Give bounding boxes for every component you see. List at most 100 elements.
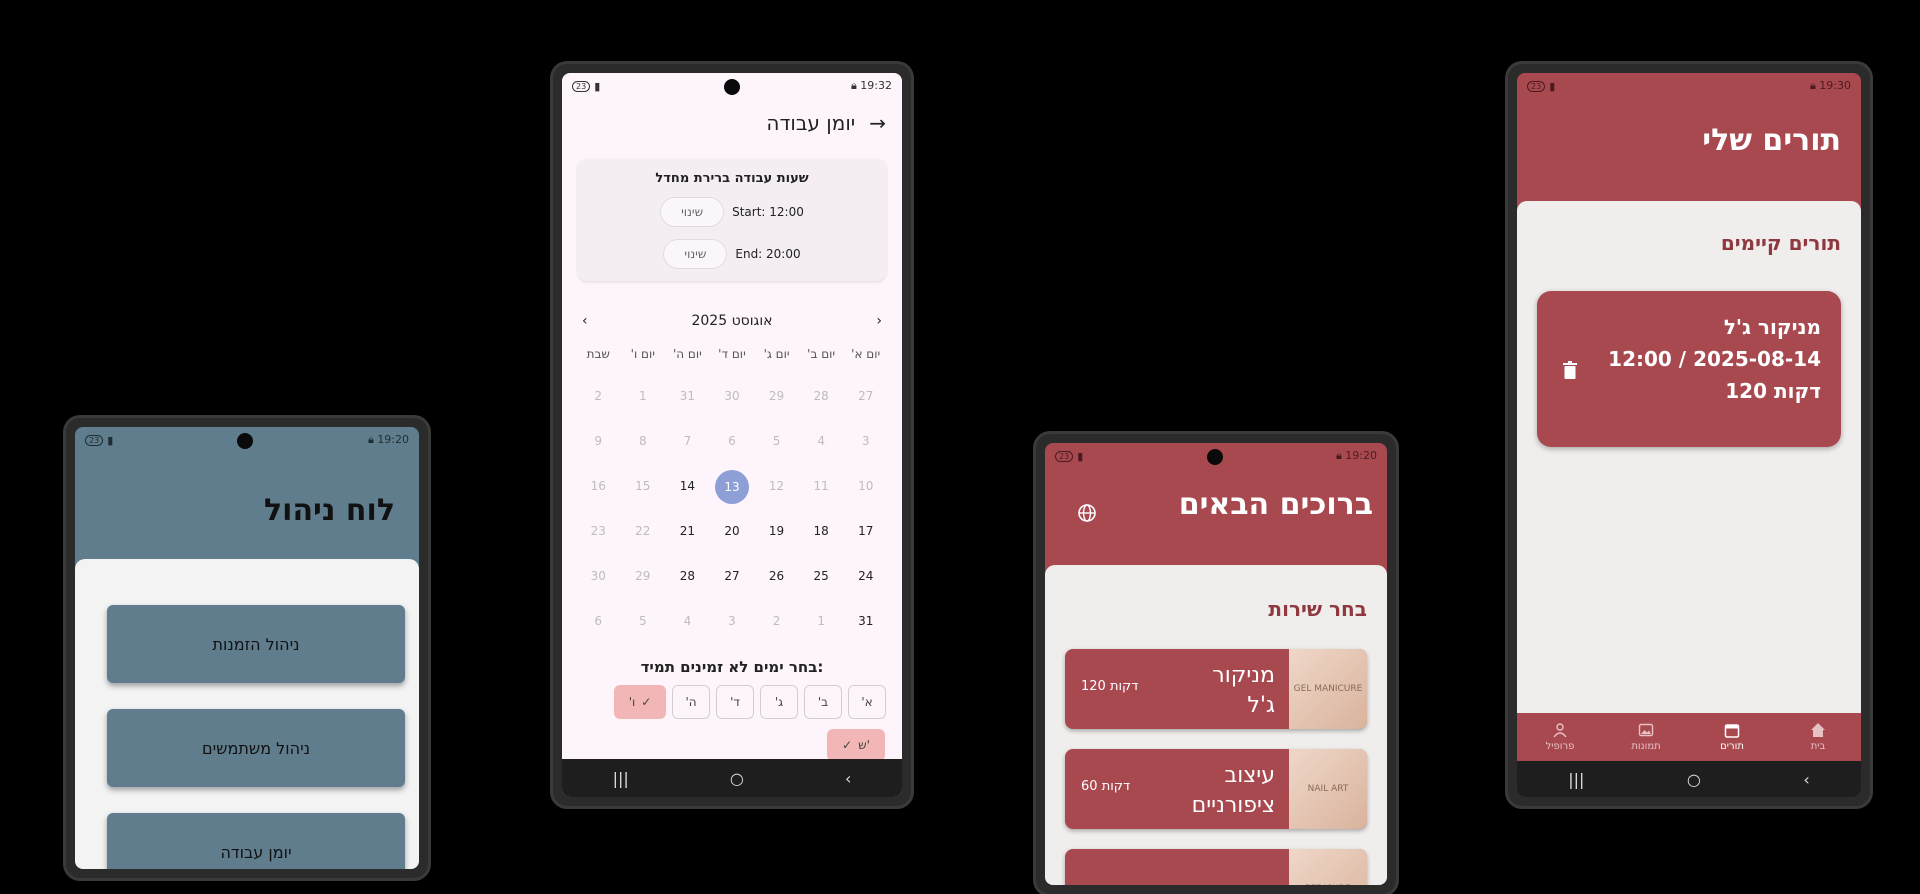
calendar-day[interactable]: 27 bbox=[710, 560, 755, 592]
signal-icon: ▮ bbox=[1549, 79, 1556, 93]
day-chip[interactable]: ד' bbox=[716, 685, 754, 719]
language-globe-icon[interactable] bbox=[1077, 503, 1097, 523]
calendar-day[interactable]: 23 bbox=[576, 515, 621, 547]
service-name: עיצוב ציפורניים bbox=[1191, 763, 1275, 818]
calendar-day[interactable]: 6 bbox=[710, 425, 755, 457]
day-chip-label: א' bbox=[861, 695, 873, 709]
recent-apps-icon[interactable]: ||| bbox=[1568, 770, 1584, 789]
calendar-day[interactable]: 30 bbox=[710, 380, 755, 412]
calendar-day[interactable]: 21 bbox=[665, 515, 710, 547]
calendar-day[interactable]: 22 bbox=[621, 515, 666, 547]
day-chip-label: ב' bbox=[817, 695, 829, 709]
calendar-day-selected[interactable]: 13 bbox=[710, 469, 755, 504]
appointments-phone: 23 ▮ 🔒︎ 19:30 תורים שלי תורים קיימים מניק… bbox=[1508, 64, 1870, 806]
calendar-day[interactable]: 15 bbox=[621, 470, 666, 502]
app-bar: יומן עבודה → bbox=[562, 103, 902, 143]
calendar-day[interactable]: 4 bbox=[799, 425, 844, 457]
appointments-panel: תורים קיימים מניקור ג'ל 12:00 / 2025-08-… bbox=[1517, 201, 1861, 713]
calendar-day[interactable]: 4 bbox=[665, 605, 710, 637]
back-arrow-icon[interactable]: → bbox=[869, 111, 886, 135]
start-time-label: Start: 12:00 bbox=[732, 205, 804, 219]
weekday-label: יום ב' bbox=[807, 347, 836, 361]
calendar-day[interactable]: 29 bbox=[621, 560, 666, 592]
back-nav-icon[interactable]: ‹ bbox=[845, 769, 851, 788]
calendar-week: 10 11 12 13 14 15 16 bbox=[576, 463, 888, 508]
appointment-card[interactable]: מניקור ג'ל 12:00 / 2025-08-14 120 דקות bbox=[1537, 291, 1841, 447]
work-schedule-button[interactable]: יומן עבודה bbox=[107, 813, 405, 869]
calendar-day[interactable]: 18 bbox=[799, 515, 844, 547]
day-chip[interactable]: ✓ ו' bbox=[614, 685, 666, 719]
calendar-day[interactable]: 14 bbox=[665, 470, 710, 502]
calendar-day[interactable]: 26 bbox=[754, 560, 799, 592]
day-chip[interactable]: ב' bbox=[804, 685, 842, 719]
calendar-day[interactable]: 12 bbox=[754, 470, 799, 502]
selected-day-indicator: 13 bbox=[714, 469, 749, 504]
calendar-day[interactable]: 10 bbox=[843, 470, 888, 502]
next-month-chevron-icon[interactable]: › bbox=[876, 313, 882, 329]
calendar-day[interactable]: 1 bbox=[799, 605, 844, 637]
service-image: GEL MANICURE bbox=[1289, 649, 1367, 729]
calendar-day[interactable]: 27 bbox=[843, 380, 888, 412]
change-start-button[interactable]: שינוי bbox=[660, 197, 725, 227]
admin-panel: ניהול הזמנות ניהול משתמשים יומן עבודה bbox=[75, 559, 419, 869]
calendar-day[interactable]: 1 bbox=[621, 380, 666, 412]
calendar-day[interactable]: 25 bbox=[799, 560, 844, 592]
calendar-day[interactable]: 16 bbox=[576, 470, 621, 502]
tab-person[interactable]: פרופיל bbox=[1517, 713, 1603, 761]
calendar-day[interactable]: 2 bbox=[754, 605, 799, 637]
day-chip-saturday[interactable]: ✓ ש' bbox=[827, 729, 885, 761]
manage-orders-button[interactable]: ניהול הזמנות bbox=[107, 605, 405, 683]
trash-icon[interactable] bbox=[1563, 361, 1577, 379]
page-title: לוח ניהול bbox=[264, 493, 395, 528]
weekday-label: יום ד' bbox=[718, 347, 746, 361]
calendar-day[interactable]: 30 bbox=[576, 560, 621, 592]
schedule-phone: 23 ▮ 🔒︎ 19:32 יומן עבודה → שעות עבודה ברי… bbox=[553, 64, 911, 806]
calendar-day[interactable]: 6 bbox=[576, 605, 621, 637]
calendar-day[interactable]: 28 bbox=[665, 560, 710, 592]
appointment-datetime: 12:00 / 2025-08-14 bbox=[1608, 347, 1821, 371]
calendar-day[interactable]: 20 bbox=[710, 515, 755, 547]
calendar-week: 3456789 bbox=[576, 418, 888, 463]
calendar-day[interactable]: 8 bbox=[621, 425, 666, 457]
recent-apps-icon[interactable]: ||| bbox=[613, 769, 629, 788]
calendar-day[interactable]: 31 bbox=[843, 605, 888, 637]
status-bar: 23 ▮ 🔒︎ 19:30 bbox=[1517, 73, 1861, 99]
calendar-day[interactable]: 11 bbox=[799, 470, 844, 502]
tab-image[interactable]: תמונות bbox=[1603, 713, 1689, 761]
tab-home[interactable]: בית bbox=[1775, 713, 1861, 761]
appointment-service: מניקור ג'ל bbox=[1723, 315, 1821, 339]
home-button-icon[interactable]: ○ bbox=[730, 769, 744, 788]
home-button-icon[interactable]: ○ bbox=[1687, 770, 1701, 789]
service-card[interactable]: PEDICURE bbox=[1065, 849, 1367, 885]
back-nav-icon[interactable]: ‹ bbox=[1803, 770, 1809, 789]
day-chip[interactable]: א' bbox=[848, 685, 886, 719]
calendar-grid: 27 28 29 30 31 1 2 3 4 5 6 7 8 9 10 11 12 13 14 15 16 17 18 19 2… bbox=[576, 373, 888, 643]
change-end-button[interactable]: שינוי bbox=[663, 239, 728, 269]
calendar-day[interactable]: 29 bbox=[754, 380, 799, 412]
calendar-day[interactable]: 5 bbox=[621, 605, 666, 637]
day-chip[interactable]: ה' bbox=[672, 685, 710, 719]
calendar-day[interactable]: 17 bbox=[843, 515, 888, 547]
calendar-day[interactable]: 19 bbox=[754, 515, 799, 547]
tab-calendar[interactable]: תורים bbox=[1689, 713, 1775, 761]
day-chip[interactable]: ג' bbox=[760, 685, 798, 719]
prev-month-chevron-icon[interactable]: ‹ bbox=[582, 313, 588, 329]
calendar-day[interactable]: 2 bbox=[576, 380, 621, 412]
check-icon: ✓ bbox=[842, 738, 853, 752]
service-card[interactable]: NAIL ART עיצוב ציפורניים 60 דקות bbox=[1065, 749, 1367, 829]
manage-users-button[interactable]: ניהול משתמשים bbox=[107, 709, 405, 787]
calendar-day[interactable]: 31 bbox=[665, 380, 710, 412]
start-row: שינוי Start: 12:00 bbox=[578, 197, 886, 227]
calendar-day[interactable]: 3 bbox=[710, 605, 755, 637]
calendar-day[interactable]: 28 bbox=[799, 380, 844, 412]
home-icon bbox=[1811, 723, 1825, 737]
day-chip-label: ד' bbox=[730, 695, 740, 709]
service-card[interactable]: GEL MANICURE מניקור ג'ל 120 דקות bbox=[1065, 649, 1367, 729]
service-image: NAIL ART bbox=[1289, 749, 1367, 829]
calendar-day[interactable]: 5 bbox=[754, 425, 799, 457]
calendar-day[interactable]: 7 bbox=[665, 425, 710, 457]
calendar-day[interactable]: 3 bbox=[843, 425, 888, 457]
calendar-day[interactable]: 24 bbox=[843, 560, 888, 592]
calendar-day[interactable]: 9 bbox=[576, 425, 621, 457]
day-chip-label: ה' bbox=[685, 695, 697, 709]
